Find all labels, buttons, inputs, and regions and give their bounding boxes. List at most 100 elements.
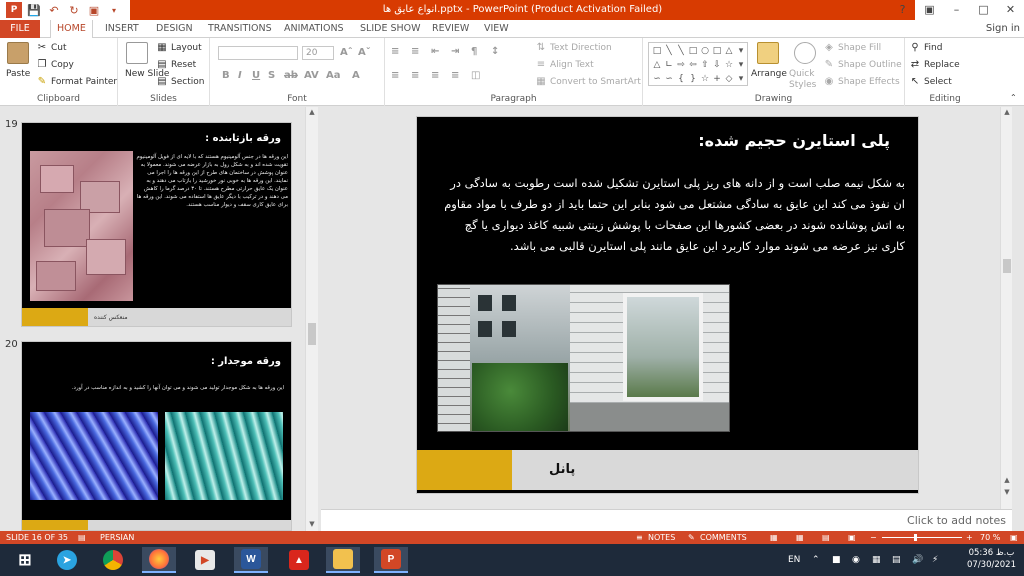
telegram-taskbar-button[interactable]: ➤	[50, 547, 84, 573]
reading-view-icon[interactable]: ▤	[822, 531, 830, 544]
strikethrough-icon[interactable]: ab	[284, 70, 298, 81]
justify-icon[interactable]: ≡	[451, 70, 459, 81]
columns-icon[interactable]: ◫	[471, 70, 480, 81]
undo-icon[interactable]: ↶	[46, 2, 62, 18]
file-explorer-taskbar-button[interactable]	[326, 547, 360, 573]
align-center-icon[interactable]: ≡	[411, 70, 419, 81]
shape-more-icon[interactable]: ▾	[735, 44, 747, 58]
ribbon-display-icon[interactable]: ▣	[916, 0, 943, 20]
network-icon[interactable]: ▤	[892, 544, 901, 576]
start-presentation-icon[interactable]: ▣	[86, 2, 102, 18]
shape-curve2-icon[interactable]: ∽	[663, 72, 675, 86]
reset-button[interactable]: ▤ Reset	[156, 59, 196, 71]
text-direction-button[interactable]: ⇅ Text Direction	[535, 42, 612, 54]
layout-button[interactable]: ▦ Layout	[156, 42, 201, 54]
format-painter-button[interactable]: ✎ Format Painter	[36, 76, 117, 88]
shape-box-icon[interactable]: □	[687, 44, 699, 58]
media-player-taskbar-button[interactable]: ▶	[188, 547, 222, 573]
shape-rect-icon[interactable]: □	[651, 44, 663, 58]
slide-photo-building-panels[interactable]	[437, 284, 730, 432]
copy-button[interactable]: ❐ Copy	[36, 59, 74, 71]
start-button[interactable]: ⊞	[8, 547, 42, 573]
tab-transitions[interactable]: TRANSITIONS	[208, 20, 272, 38]
find-button[interactable]: ⚲ Find	[909, 42, 942, 54]
shape-curve-icon[interactable]: ∽	[651, 72, 663, 86]
convert-smartart-button[interactable]: ▦ Convert to SmartArt	[535, 76, 641, 88]
font-name-combo[interactable]	[218, 46, 298, 60]
customize-qat-icon[interactable]: ▾	[106, 2, 122, 18]
scroll-up-icon[interactable]: ▲	[1001, 107, 1013, 117]
minimize-icon[interactable]: –	[943, 0, 970, 20]
tab-review[interactable]: REVIEW	[432, 20, 469, 38]
help-icon[interactable]: ?	[889, 0, 916, 20]
change-case-icon[interactable]: Aa	[326, 70, 341, 81]
rtl-icon[interactable]: ¶	[471, 46, 477, 57]
tab-home[interactable]: HOME	[50, 20, 93, 39]
shape-star-icon[interactable]: ☆	[723, 58, 735, 72]
input-language[interactable]: EN	[788, 544, 800, 576]
shape-oval-icon[interactable]: ○	[699, 44, 711, 58]
decrease-indent-icon[interactable]: ⇤	[431, 46, 439, 57]
shape-ribbon-icon[interactable]: ◇	[723, 72, 735, 86]
paste-icon[interactable]	[7, 42, 29, 64]
cut-button[interactable]: ✂ Cut	[36, 42, 67, 54]
tray-app-icon[interactable]: ■	[832, 544, 841, 576]
thumbnail-scrollbar[interactable]: ▲ ▼	[305, 107, 318, 531]
tab-animations[interactable]: ANIMATIONS	[284, 20, 344, 38]
redo-icon[interactable]: ↻	[66, 2, 82, 18]
zoom-slider-track[interactable]	[882, 537, 962, 538]
zoom-out-icon[interactable]: −	[870, 531, 877, 544]
new-slide-icon[interactable]	[126, 42, 148, 64]
numbering-icon[interactable]: ≡	[411, 46, 419, 57]
quick-styles-icon[interactable]	[794, 42, 816, 64]
shape-effects-button[interactable]: ◉ Shape Effects	[823, 76, 900, 88]
previous-slide-icon[interactable]: ▲	[1001, 475, 1013, 485]
line-spacing-icon[interactable]: ↕	[491, 46, 499, 57]
shape-plus-icon[interactable]: +	[711, 72, 723, 86]
powerpoint-taskbar-button[interactable]: P	[374, 547, 408, 573]
word-taskbar-button[interactable]: W	[234, 547, 268, 573]
tray-app2-icon[interactable]: ◉	[852, 544, 860, 576]
shrink-font-icon[interactable]: Aˇ	[358, 47, 371, 58]
firefox-taskbar-button[interactable]	[142, 547, 176, 573]
scroll-down-icon[interactable]: ▼	[306, 519, 318, 529]
slide-footer-label[interactable]: پانل	[549, 450, 575, 490]
select-button[interactable]: ↖ Select	[909, 76, 952, 88]
acrobat-taskbar-button[interactable]: ▲	[282, 547, 316, 573]
bullets-icon[interactable]: ≡	[391, 46, 399, 57]
shape-lshape-icon[interactable]: ∟	[663, 58, 675, 72]
shadow-icon[interactable]: S	[268, 70, 275, 81]
comments-icon[interactable]: ✎	[688, 531, 695, 544]
maximize-icon[interactable]: □	[970, 0, 997, 20]
shape-tri2-icon[interactable]: △	[651, 58, 663, 72]
zoom-slider-thumb[interactable]	[914, 534, 917, 541]
replace-button[interactable]: ⇄ Replace	[909, 59, 960, 71]
underline-icon[interactable]: U	[252, 70, 260, 81]
shape-brace2-icon[interactable]: }	[687, 72, 699, 86]
tab-file[interactable]: FILE	[0, 20, 40, 38]
shape-fill-button[interactable]: ◈ Shape Fill	[823, 42, 881, 54]
zoom-level[interactable]: 70 %	[980, 531, 1000, 544]
notes-pane[interactable]: Click to add notes	[321, 509, 1012, 531]
slide-body-text[interactable]: به شکل نیمه صلب است و از دانه های ریز پل…	[439, 173, 905, 257]
system-clock[interactable]: 05:36 ب.ظ 07/30/2021	[967, 547, 1016, 571]
slide-show-icon[interactable]: ▣	[848, 531, 856, 544]
zoom-in-icon[interactable]: +	[966, 531, 973, 544]
language-indicator[interactable]: PERSIAN	[100, 531, 134, 544]
char-spacing-icon[interactable]: AV	[304, 70, 319, 81]
power-icon[interactable]: ⚡	[932, 544, 938, 576]
volume-icon[interactable]: 🔊	[912, 544, 923, 576]
shape-star2-icon[interactable]: ☆	[699, 72, 711, 86]
align-text-button[interactable]: ≡ Align Text	[535, 59, 594, 71]
shape-arrowd-icon[interactable]: ⇩	[711, 58, 723, 72]
shape-brace-icon[interactable]: {	[675, 72, 687, 86]
align-right-icon[interactable]: ≡	[431, 70, 439, 81]
shape-outline-button[interactable]: ✎ Shape Outline	[823, 59, 902, 71]
scroll-thumb[interactable]	[1003, 259, 1011, 273]
tab-slide-show[interactable]: SLIDE SHOW	[360, 20, 421, 38]
tray-chevron-icon[interactable]: ⌃	[812, 544, 820, 576]
arrange-icon[interactable]	[757, 42, 779, 64]
next-slide-icon[interactable]: ▼	[1001, 487, 1013, 497]
increase-indent-icon[interactable]: ⇥	[451, 46, 459, 57]
current-slide[interactable]: پلی استایرن حجیم شده: به شکل نیمه صلب اس…	[416, 116, 919, 494]
